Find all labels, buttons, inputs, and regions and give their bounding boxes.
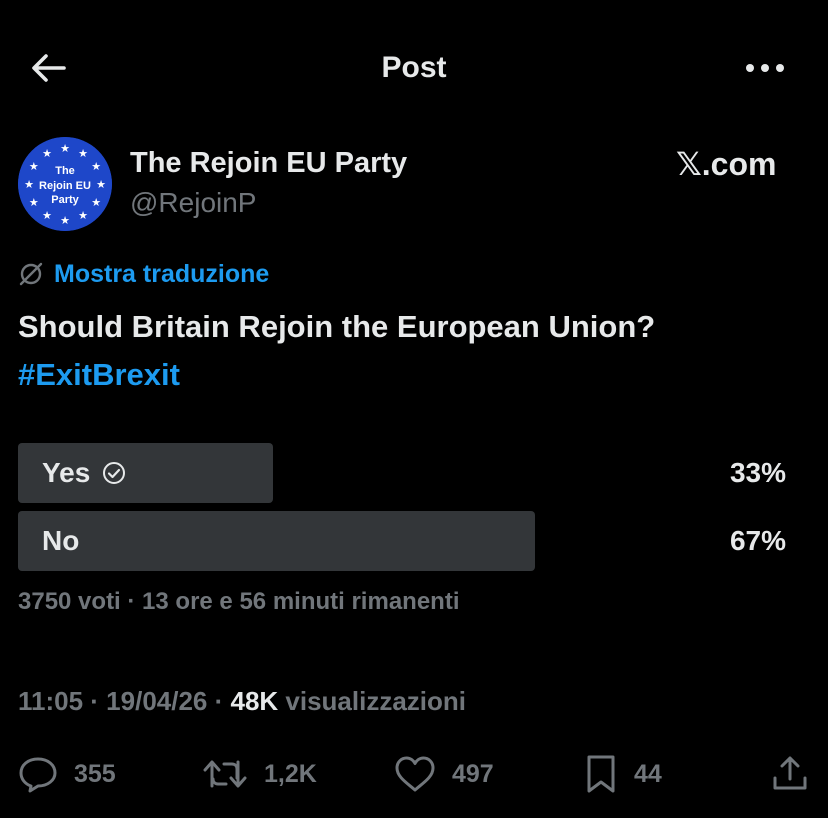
- avatar-star: ★: [29, 196, 39, 209]
- avatar-star: ★: [42, 147, 52, 160]
- avatar-star: ★: [60, 214, 70, 227]
- bookmark-button[interactable]: 44: [584, 750, 662, 798]
- reply-icon: [19, 757, 57, 793]
- translate-label: Mostra traduzione: [54, 259, 270, 288]
- hashtag-link[interactable]: #ExitBrexit: [18, 351, 808, 399]
- action-bar: 355 1,2K 497 44: [0, 750, 828, 798]
- page-title: Post: [381, 51, 447, 84]
- poll-option-text: Yes: [42, 457, 91, 488]
- avatar-star: ★: [24, 178, 34, 191]
- avatar-star: ★: [96, 178, 106, 191]
- avatar-text-line-2: Rejoin EU: [39, 180, 91, 192]
- avatar-star: ★: [91, 160, 101, 173]
- repost-button[interactable]: 1,2K: [202, 750, 317, 798]
- avatar-star: ★: [42, 209, 52, 222]
- post-body: Should Britain Rejoin the European Union…: [18, 309, 656, 344]
- repost-count: 1,2K: [264, 759, 317, 788]
- avatar-star: ★: [60, 142, 70, 155]
- poll-option-no[interactable]: No 67%: [18, 511, 790, 571]
- poll-bar: [18, 511, 535, 571]
- author-name[interactable]: The Rejoin EU Party: [130, 145, 407, 181]
- repost-icon: [203, 760, 247, 788]
- poll-meta: 3750 voti · 13 ore e 56 minuti rimanenti: [18, 588, 460, 615]
- post-header: Post: [0, 0, 828, 135]
- like-count: 497: [452, 759, 494, 788]
- poll-option-yes[interactable]: Yes 33%: [18, 443, 790, 503]
- avatar-star: ★: [91, 196, 101, 209]
- poll-option-label: Yes: [42, 443, 126, 503]
- poll-percent: 33%: [729, 457, 786, 488]
- post-timestamp: 11:05 · 19/04/26 · 48K visualizzazioni: [18, 686, 466, 717]
- globe-slash-icon: [19, 262, 43, 286]
- avatar-star: ★: [78, 147, 88, 160]
- heart-icon: [395, 756, 435, 792]
- post-text: Should Britain Rejoin the European Union…: [18, 303, 808, 399]
- author-handle[interactable]: @RejoinP: [130, 186, 256, 220]
- avatar-text-line-3: Party: [51, 194, 79, 206]
- more-horizontal-icon: [746, 64, 784, 72]
- check-circle-icon: [102, 461, 126, 485]
- reply-count: 355: [74, 759, 116, 788]
- share-button[interactable]: [770, 750, 810, 798]
- poll-percent: 67%: [729, 525, 786, 556]
- poll-option-label: No: [42, 511, 79, 571]
- bookmark-count: 44: [634, 759, 662, 788]
- avatar[interactable]: ★ ★ ★ ★ ★ ★ ★ ★ ★ ★ ★ ★ The Rejoin EU Party: [18, 137, 112, 231]
- poll-option-text: No: [42, 525, 80, 556]
- like-button[interactable]: 497: [394, 750, 494, 798]
- translate-link[interactable]: Mostra traduzione: [18, 256, 269, 292]
- share-icon: [773, 756, 807, 790]
- views-label: visualizzazioni: [278, 686, 467, 716]
- avatar-text-line-1: The: [55, 165, 75, 177]
- timestamp-text: 11:05 · 19/04/26 ·: [18, 686, 231, 716]
- more-options-button[interactable]: [740, 52, 790, 84]
- bookmark-icon: [587, 755, 615, 793]
- views-count: 48K: [230, 686, 279, 716]
- source-label: 𝕏.com: [676, 146, 777, 182]
- reply-button[interactable]: 355: [18, 750, 116, 798]
- avatar-star: ★: [78, 209, 88, 222]
- avatar-star: ★: [29, 160, 39, 173]
